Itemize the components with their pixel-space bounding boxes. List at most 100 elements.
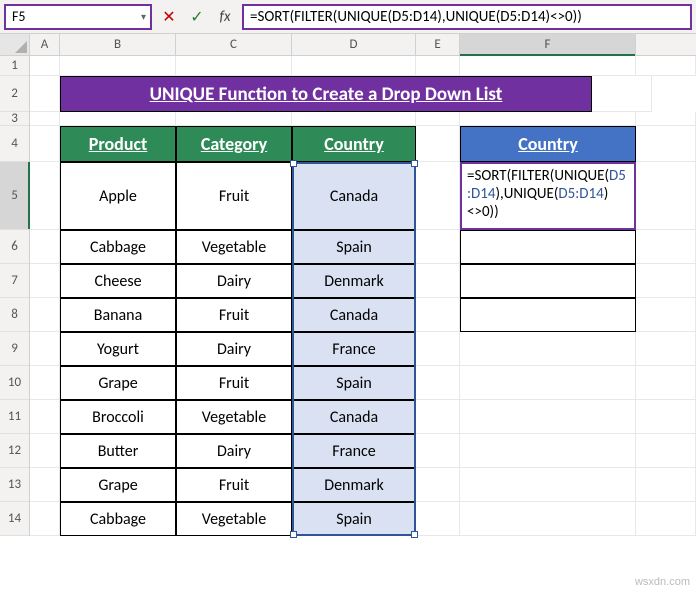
- row-header[interactable]: 12: [0, 434, 29, 468]
- cell-result[interactable]: [460, 264, 636, 298]
- row-header[interactable]: 14: [0, 502, 29, 536]
- cell[interactable]: [636, 332, 696, 366]
- cell[interactable]: [30, 468, 60, 502]
- name-box[interactable]: F5 ▾: [4, 4, 152, 30]
- row-header[interactable]: 5: [0, 162, 29, 230]
- cell-product[interactable]: Broccoli: [60, 400, 176, 434]
- cell-country[interactable]: Spain: [292, 230, 416, 264]
- cell[interactable]: [416, 366, 460, 400]
- cell-country[interactable]: Denmark: [292, 264, 416, 298]
- row-header[interactable]: 6: [0, 230, 29, 264]
- cell-category[interactable]: Vegetable: [176, 400, 292, 434]
- cell[interactable]: [30, 162, 60, 230]
- cell-product[interactable]: Cheese: [60, 264, 176, 298]
- row-header[interactable]: 7: [0, 264, 29, 298]
- cell[interactable]: [30, 230, 60, 264]
- cell[interactable]: [60, 112, 176, 126]
- cell-category[interactable]: Vegetable: [176, 230, 292, 264]
- cell-product[interactable]: Grape: [60, 468, 176, 502]
- cell[interactable]: [60, 56, 176, 76]
- active-cell-f5[interactable]: =SORT(FILTER(UNIQUE(D5:D14),UNIQUE(D5:D1…: [460, 162, 636, 230]
- cell[interactable]: [30, 400, 60, 434]
- cell[interactable]: [636, 264, 696, 298]
- cell[interactable]: [416, 332, 460, 366]
- cell-result[interactable]: [460, 298, 636, 332]
- cell[interactable]: [30, 56, 60, 76]
- cell-category[interactable]: Dairy: [176, 332, 292, 366]
- cell[interactable]: [416, 56, 460, 76]
- cell[interactable]: [592, 76, 652, 112]
- cell[interactable]: [460, 56, 636, 76]
- header-country[interactable]: Country: [292, 126, 416, 162]
- cell-category[interactable]: Dairy: [176, 434, 292, 468]
- cell[interactable]: [636, 502, 696, 536]
- col-header-c[interactable]: C: [176, 34, 292, 55]
- cell[interactable]: [30, 264, 60, 298]
- row-header[interactable]: 9: [0, 332, 29, 366]
- cell[interactable]: [460, 434, 636, 468]
- accept-icon[interactable]: ✓: [186, 7, 208, 27]
- row-header[interactable]: 10: [0, 366, 29, 400]
- row-header[interactable]: 13: [0, 468, 29, 502]
- cell[interactable]: [416, 112, 460, 126]
- cell[interactable]: [416, 264, 460, 298]
- cell-category[interactable]: Fruit: [176, 162, 292, 230]
- cell[interactable]: [416, 126, 460, 162]
- cell-result[interactable]: [460, 230, 636, 264]
- cell[interactable]: [416, 434, 460, 468]
- row-header[interactable]: 11: [0, 400, 29, 434]
- col-header-f[interactable]: F: [460, 34, 636, 55]
- cell[interactable]: [636, 56, 696, 76]
- cell-category[interactable]: Vegetable: [176, 502, 292, 536]
- cell[interactable]: [636, 112, 696, 126]
- cell[interactable]: [460, 366, 636, 400]
- cell-country[interactable]: Spain: [292, 366, 416, 400]
- row-header[interactable]: 4: [0, 126, 29, 162]
- cell[interactable]: [636, 366, 696, 400]
- cell-country[interactable]: Canada: [292, 400, 416, 434]
- cell[interactable]: [460, 400, 636, 434]
- cell-product[interactable]: Banana: [60, 298, 176, 332]
- cell[interactable]: [416, 298, 460, 332]
- row-header[interactable]: 1: [0, 56, 29, 76]
- cell-product[interactable]: Grape: [60, 366, 176, 400]
- cell[interactable]: [30, 332, 60, 366]
- formula-input[interactable]: =SORT(FILTER(UNIQUE(D5:D14),UNIQUE(D5:D1…: [242, 4, 692, 30]
- col-header-b[interactable]: B: [60, 34, 176, 55]
- cell[interactable]: [30, 112, 60, 126]
- cell[interactable]: [176, 56, 292, 76]
- cell-category[interactable]: Fruit: [176, 298, 292, 332]
- col-header-a[interactable]: A: [30, 34, 60, 55]
- cell[interactable]: [292, 56, 416, 76]
- cell-product[interactable]: Butter: [60, 434, 176, 468]
- cell-category[interactable]: Fruit: [176, 468, 292, 502]
- select-all-corner[interactable]: [0, 34, 30, 55]
- cell[interactable]: [636, 298, 696, 332]
- cell[interactable]: [636, 126, 696, 162]
- cell-category[interactable]: Fruit: [176, 366, 292, 400]
- cancel-icon[interactable]: ✕: [158, 7, 180, 27]
- header-country-result[interactable]: Country: [460, 126, 636, 162]
- header-category[interactable]: Category: [176, 126, 292, 162]
- cell-product[interactable]: Yogurt: [60, 332, 176, 366]
- chevron-down-icon[interactable]: ▾: [141, 10, 146, 23]
- row-header[interactable]: 3: [0, 112, 29, 126]
- cell-category[interactable]: Dairy: [176, 264, 292, 298]
- row-header[interactable]: 8: [0, 298, 29, 332]
- cell[interactable]: [460, 468, 636, 502]
- cell-product[interactable]: Cabbage: [60, 502, 176, 536]
- title-banner[interactable]: UNIQUE Function to Create a Drop Down Li…: [60, 76, 592, 112]
- col-header-e[interactable]: E: [416, 34, 460, 55]
- fx-icon[interactable]: fx: [214, 8, 236, 26]
- cell-country[interactable]: France: [292, 434, 416, 468]
- cell[interactable]: [636, 162, 696, 230]
- cell[interactable]: [636, 230, 696, 264]
- cell-country[interactable]: Denmark: [292, 468, 416, 502]
- header-product[interactable]: Product: [60, 126, 176, 162]
- cell[interactable]: [30, 126, 60, 162]
- col-header-d[interactable]: D: [292, 34, 416, 55]
- cell[interactable]: [416, 230, 460, 264]
- cell[interactable]: [30, 366, 60, 400]
- cell-country[interactable]: Canada: [292, 162, 416, 230]
- cell[interactable]: [292, 112, 416, 126]
